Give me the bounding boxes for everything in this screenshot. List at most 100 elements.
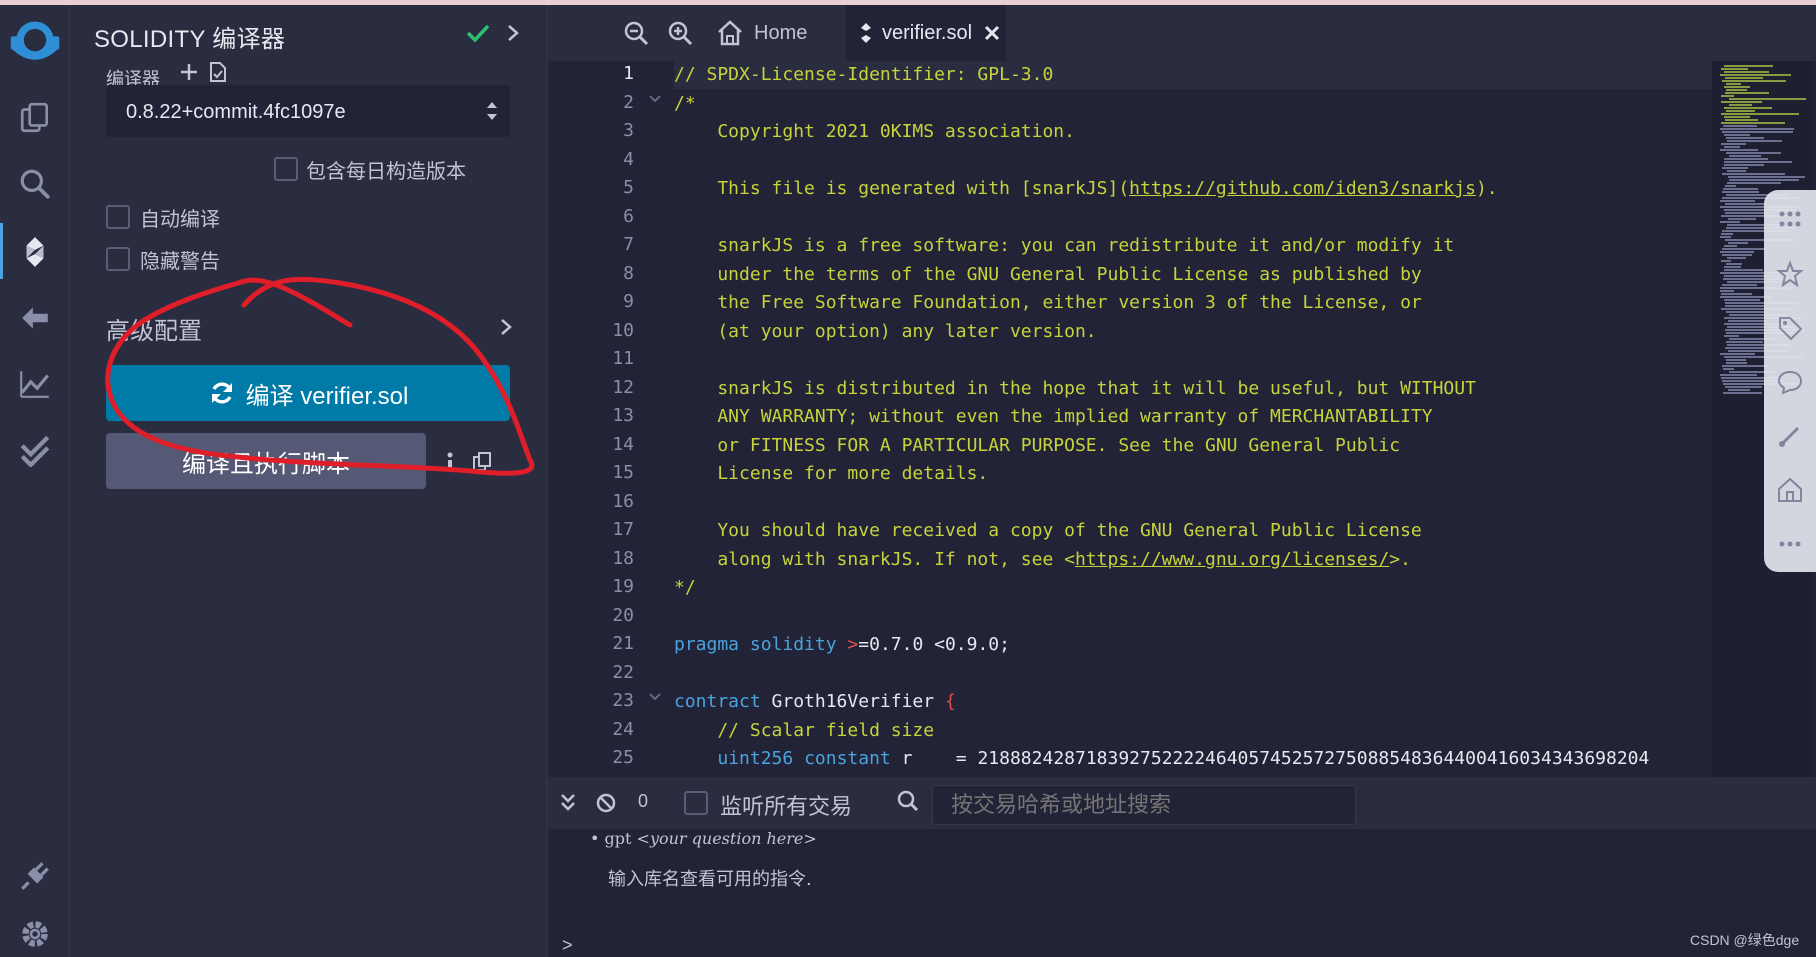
deploy-run-icon[interactable] [12, 295, 58, 341]
minimap-line [1726, 152, 1781, 154]
grid-icon[interactable] [1776, 206, 1804, 234]
close-icon[interactable] [982, 23, 1002, 43]
code-keyword: constant [804, 748, 891, 769]
minimap-line [1728, 218, 1756, 220]
add-compiler-icon[interactable] [178, 61, 200, 83]
collapse-terminal-icon[interactable] [556, 791, 580, 815]
terminal-output[interactable]: • gpt <your question here> 输入库名查看可用的指令. … [548, 829, 1816, 957]
code-line: snarkJS is distributed in the hope that … [674, 377, 1476, 399]
minimap-line [1726, 110, 1755, 112]
minimap-line [1728, 320, 1767, 322]
zoom-in-icon[interactable] [666, 19, 694, 47]
code-link[interactable]: https://github.com/iden3/snarkjs [1129, 178, 1476, 199]
compile-button[interactable]: 编译 verifier.sol [106, 365, 510, 421]
include-nightly-checkbox[interactable] [274, 157, 298, 181]
minimap-line [1724, 65, 1773, 67]
minimap-line [1721, 68, 1748, 70]
code-line: snarkJS is a free software: you can redi… [674, 235, 1455, 256]
line-number: 13 [612, 405, 634, 426]
zoom-out-icon[interactable] [622, 19, 650, 47]
code-link[interactable]: https://www.gnu.org/licenses/ [1075, 549, 1389, 570]
minimap-line [1727, 140, 1782, 142]
line-number: 18 [612, 547, 634, 569]
solidity-compiler-panel: SOLIDITY 编译器 编译器 0.8.22+commit.4fc1097e … [70, 5, 548, 957]
minimap-line [1724, 116, 1750, 118]
load-compiler-icon[interactable] [206, 61, 228, 83]
minimap-line [1722, 365, 1768, 367]
search-icon[interactable] [12, 161, 58, 207]
watermark: CSDN @绿色dge [1690, 932, 1800, 948]
solidity-compiler-icon[interactable] [12, 229, 58, 275]
code-line: /* [674, 92, 696, 114]
home-icon [718, 20, 742, 46]
code-line: contract Groth16Verifier { [674, 688, 956, 716]
solidity-file-icon [861, 23, 871, 43]
remix-logo-icon[interactable] [6, 13, 64, 71]
minimap-line [1724, 146, 1740, 148]
chevron-right-icon[interactable] [496, 315, 516, 339]
compiler-version-select[interactable]: 0.8.22+commit.4fc1097e [106, 85, 510, 137]
code-area[interactable]: // SPDX-License-Identifier: GPL-3.0 /* C… [674, 61, 1754, 777]
minimap-line [1720, 200, 1755, 202]
clear-console-icon[interactable] [594, 791, 618, 815]
fold-chevron-icon[interactable] [648, 92, 662, 106]
chevron-right-icon[interactable] [502, 21, 524, 45]
settings-icon[interactable] [12, 911, 58, 957]
advanced-config-toggle[interactable]: 高级配置 [106, 311, 202, 346]
line-number: 19 [612, 576, 634, 597]
minimap-line [1725, 347, 1766, 349]
minimap-line [1727, 170, 1746, 172]
copy-icon[interactable] [472, 451, 492, 473]
fold-chevron-icon[interactable] [648, 690, 662, 704]
star-icon[interactable] [1776, 260, 1804, 288]
minimap-line [1723, 125, 1757, 127]
code-editor[interactable]: 1 2 3 4 5 6 7 8 9 10 11 12 13 14 15 16 17 18 19 20 21 22 23 24 2… [548, 61, 1816, 777]
auto-compile-checkbox[interactable] [106, 205, 130, 229]
terminal-prompt[interactable]: > [562, 935, 573, 956]
tx-search-input[interactable] [932, 785, 1356, 825]
floating-side-toolbar [1764, 190, 1816, 572]
line-number: 5 [623, 177, 634, 198]
tab-active-label: verifier.sol [882, 21, 973, 44]
hide-warnings-checkbox[interactable] [106, 247, 130, 271]
code-line: under the terms of the GNU General Publi… [674, 263, 1422, 285]
compile-run-script-button[interactable]: 编译且执行脚本 [106, 433, 426, 489]
code-line: You should have received a copy of the G… [674, 520, 1422, 541]
minimap-line [1725, 185, 1736, 187]
panel-title: SOLIDITY 编译器 [94, 26, 286, 53]
tag-icon[interactable] [1776, 314, 1804, 342]
line-number: 20 [612, 604, 634, 626]
code-text: r = 218882428718392752222464057452572750… [890, 748, 1650, 769]
verified-icon[interactable] [12, 427, 58, 473]
minimap-line [1721, 143, 1746, 145]
minimap-line [1724, 335, 1739, 337]
refresh-icon [211, 382, 232, 404]
brush-icon[interactable] [1776, 422, 1804, 450]
minimap-line [1726, 341, 1763, 343]
minimap-line [1726, 263, 1742, 265]
code-line: License for more details. [674, 463, 989, 484]
line-number: 3 [623, 120, 634, 141]
file-explorer-icon[interactable] [12, 95, 58, 141]
minimap-line [1724, 134, 1750, 136]
code-line: (at your option) any later version. [674, 320, 1097, 342]
minimap-line [1729, 98, 1806, 100]
listen-all-tx-checkbox[interactable] [684, 791, 708, 815]
check-icon [466, 24, 490, 43]
tab-verifier-sol[interactable]: verifier.sol [846, 5, 1006, 61]
tab-home[interactable]: Home [716, 15, 807, 51]
active-marker [0, 223, 3, 279]
minimap-line [1721, 95, 1734, 97]
minimap-line [1722, 167, 1748, 169]
code-text: =0.7.0 <0.9.0; [858, 634, 1010, 655]
minimap-line [1722, 191, 1759, 193]
minimap-line [1728, 389, 1750, 391]
more-icon[interactable] [1776, 530, 1804, 558]
plugin-manager-icon[interactable] [12, 853, 58, 899]
comment-icon[interactable] [1776, 368, 1804, 396]
analysis-icon[interactable] [12, 361, 58, 407]
home-icon[interactable] [1776, 476, 1804, 504]
minimap-line [1720, 128, 1794, 130]
info-icon[interactable] [444, 449, 456, 473]
code-line: This file is generated with [snarkJS](ht… [674, 175, 1497, 203]
